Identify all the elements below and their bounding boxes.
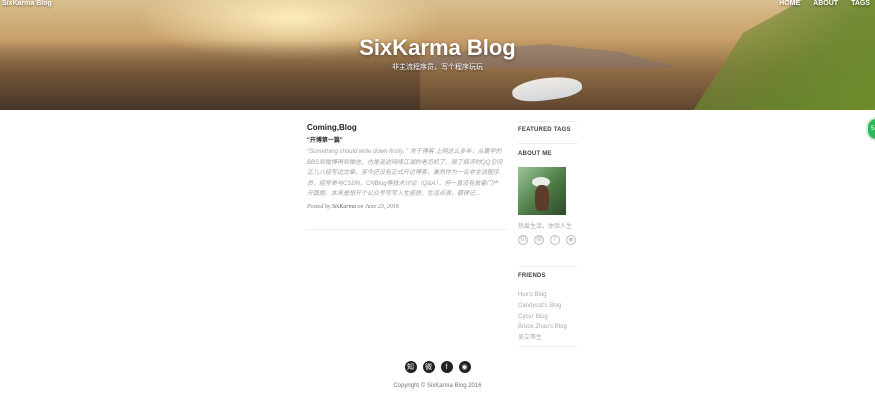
github-icon[interactable]: ◉ (566, 235, 576, 245)
nav-link-about[interactable]: ABOUT (813, 0, 838, 7)
post-title-link[interactable]: Coming,Blog (307, 123, 504, 132)
facebook-icon[interactable]: f (440, 361, 453, 373)
post-subtitle: "开博第一篇" (307, 138, 343, 144)
floating-widget-button[interactable]: 54 (866, 117, 875, 141)
nav-link-home[interactable]: HOME (779, 0, 800, 7)
nav-brand-link[interactable]: SixKarma Blog (2, 0, 52, 7)
site-subtitle: 非主流程序员，写个程序玩玩 (392, 64, 483, 71)
github-icon[interactable]: ◉ (458, 361, 471, 373)
featured-tags-heading: FEATURED TAGS (518, 127, 571, 133)
post-meta-prefix: Posted by (307, 203, 331, 210)
facebook-icon[interactable]: f (550, 235, 560, 245)
site-title: SixKarma Blog (359, 35, 516, 60)
weibo-icon[interactable]: 微 (422, 361, 435, 373)
friend-link[interactable]: Bruce Zhao's Blog (518, 322, 567, 333)
hero-banner: SixKarma Blog 非主流程序员，写个程序玩玩 (0, 0, 875, 110)
sidebar-divider-2 (518, 266, 578, 267)
post-preview: Coming,Blog "开博第一篇" "Something should wr… (307, 123, 504, 210)
friend-link[interactable]: Hux's Blog (518, 290, 567, 301)
post-excerpt: "Something should write down firstly. " … (307, 149, 503, 197)
friend-link[interactable]: 吴立等生 (518, 333, 567, 344)
post-author-link[interactable]: SixKarma (332, 204, 356, 210)
friend-link[interactable]: Cyciu' Blog (518, 312, 567, 323)
copyright-text: Copyright © SixKarma Blog 2016 (393, 383, 482, 389)
zhihu-icon[interactable]: 知 (518, 235, 528, 245)
hero-lake (510, 73, 584, 105)
friend-link[interactable]: Candycat's Blog (518, 301, 567, 312)
sidebar-divider-top (518, 121, 578, 122)
zhihu-icon[interactable]: 知 (404, 361, 417, 373)
friends-heading: FRIENDS (518, 273, 546, 279)
weibo-icon[interactable]: 微 (534, 235, 544, 245)
post-date: June 23, 2016 (365, 203, 399, 210)
sidebar-divider-3 (518, 346, 578, 347)
post-divider (307, 229, 507, 230)
nav-links: HOME ABOUT TAGS (779, 0, 870, 7)
nav-link-tags[interactable]: TAGS (851, 0, 870, 7)
about-me-text: 热爱生活，体验人生 (518, 224, 573, 230)
sidebar-social-links: 知 微 f ◉ (518, 235, 578, 245)
post-meta-on: on (357, 203, 364, 210)
footer-social-links: 知 微 f ◉ (0, 361, 875, 373)
post-meta: Posted by SixKarma on June 23, 2016 (307, 204, 504, 210)
about-me-heading: ABOUT ME (518, 151, 552, 157)
friends-list: Hux's Blog Candycat's Blog Cyciu' Blog B… (518, 290, 567, 344)
avatar-image (518, 167, 566, 215)
sidebar-divider-1 (518, 143, 578, 144)
